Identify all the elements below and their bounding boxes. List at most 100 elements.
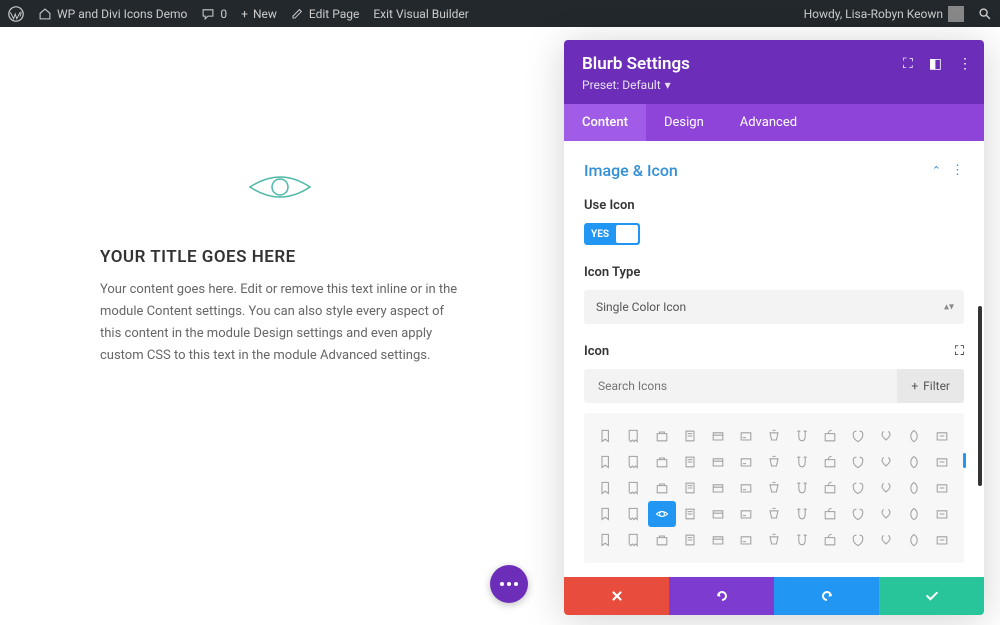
icon-option[interactable] xyxy=(676,449,704,475)
icon-option[interactable] xyxy=(704,449,732,475)
icon-type-value: Single Color Icon xyxy=(596,300,686,314)
icon-option[interactable] xyxy=(872,527,900,553)
icon-option[interactable] xyxy=(816,501,844,527)
icon-option[interactable] xyxy=(872,449,900,475)
icon-option[interactable] xyxy=(732,527,760,553)
tab-content[interactable]: Content xyxy=(564,104,646,141)
expand-icon[interactable]: ⛶ xyxy=(903,56,913,72)
icon-option[interactable] xyxy=(872,501,900,527)
icon-option[interactable] xyxy=(676,527,704,553)
search-input[interactable] xyxy=(584,369,897,403)
icon-option[interactable] xyxy=(732,423,760,449)
icon-option[interactable] xyxy=(788,475,816,501)
icon-option[interactable] xyxy=(788,449,816,475)
new-link[interactable]: + New xyxy=(241,7,277,21)
icon-option[interactable] xyxy=(620,501,648,527)
tab-design[interactable]: Design xyxy=(646,104,722,141)
save-button[interactable] xyxy=(879,577,984,615)
panel-preset[interactable]: Preset: Default ▾ xyxy=(582,78,966,92)
more-icon[interactable]: ⋮ xyxy=(958,56,972,72)
icon-option[interactable] xyxy=(648,501,676,527)
icon-option[interactable] xyxy=(620,527,648,553)
builder-fab[interactable] xyxy=(490,565,528,603)
exit-builder-link[interactable]: Exit Visual Builder xyxy=(373,7,469,21)
icon-option[interactable] xyxy=(928,423,956,449)
icon-option[interactable] xyxy=(676,423,704,449)
icon-option[interactable] xyxy=(620,475,648,501)
section-title[interactable]: Image & Icon xyxy=(584,161,678,180)
redo-button[interactable] xyxy=(774,577,879,615)
undo-button[interactable] xyxy=(669,577,774,615)
icon-option[interactable] xyxy=(872,423,900,449)
icon-option[interactable] xyxy=(732,449,760,475)
edit-label: Edit Page xyxy=(309,7,359,21)
icon-option[interactable] xyxy=(592,501,620,527)
icon-option[interactable] xyxy=(816,423,844,449)
icon-option[interactable] xyxy=(592,527,620,553)
icon-option[interactable] xyxy=(592,423,620,449)
icon-option[interactable] xyxy=(760,501,788,527)
cancel-button[interactable] xyxy=(564,577,669,615)
icon-option[interactable] xyxy=(760,527,788,553)
icon-option[interactable] xyxy=(760,475,788,501)
icon-option[interactable] xyxy=(928,475,956,501)
icon-type-select[interactable]: Single Color Icon xyxy=(584,290,964,324)
icon-option[interactable] xyxy=(592,449,620,475)
icon-option[interactable] xyxy=(620,423,648,449)
use-icon-toggle[interactable]: YES xyxy=(584,223,640,245)
icon-option[interactable] xyxy=(788,423,816,449)
icon-option[interactable] xyxy=(928,449,956,475)
icon-option[interactable] xyxy=(816,475,844,501)
section-more-icon[interactable]: ⋮ xyxy=(951,163,964,178)
scrollbar[interactable] xyxy=(978,306,982,486)
icon-option[interactable] xyxy=(900,527,928,553)
icon-option[interactable] xyxy=(928,527,956,553)
snap-icon[interactable]: ◧ xyxy=(929,56,942,72)
icon-option[interactable] xyxy=(732,475,760,501)
blurb-content[interactable]: Your content goes here. Edit or remove t… xyxy=(100,279,460,367)
icon-option[interactable] xyxy=(592,475,620,501)
icon-option[interactable] xyxy=(704,423,732,449)
icon-option[interactable] xyxy=(844,527,872,553)
icon-option[interactable] xyxy=(844,423,872,449)
icon-option[interactable] xyxy=(844,501,872,527)
icon-option[interactable] xyxy=(648,475,676,501)
icon-expand-icon[interactable]: ⛶ xyxy=(955,344,964,359)
user-greeting[interactable]: Howdy, Lisa-Robyn Keown xyxy=(804,6,964,22)
icon-option[interactable] xyxy=(760,423,788,449)
comments-link[interactable]: 0 xyxy=(201,7,227,21)
icon-option[interactable] xyxy=(620,449,648,475)
icon-option[interactable] xyxy=(676,475,704,501)
collapse-icon[interactable]: ⌃ xyxy=(932,164,941,177)
edit-page-link[interactable]: Edit Page xyxy=(291,7,359,21)
icon-option[interactable] xyxy=(788,501,816,527)
icon-option[interactable] xyxy=(732,501,760,527)
icon-option[interactable] xyxy=(760,449,788,475)
icon-option[interactable] xyxy=(648,449,676,475)
icon-option[interactable] xyxy=(900,475,928,501)
panel-header[interactable]: Blurb Settings Preset: Default ▾ ⛶ ◧ ⋮ xyxy=(564,40,984,104)
icon-option[interactable] xyxy=(648,527,676,553)
icon-option[interactable] xyxy=(788,527,816,553)
site-link[interactable]: WP and Divi Icons Demo xyxy=(38,7,187,21)
filter-button[interactable]: + Filter xyxy=(897,369,964,403)
icon-option[interactable] xyxy=(648,423,676,449)
icon-option[interactable] xyxy=(844,449,872,475)
icon-option[interactable] xyxy=(816,527,844,553)
icon-option[interactable] xyxy=(900,449,928,475)
icon-option[interactable] xyxy=(928,501,956,527)
icon-option[interactable] xyxy=(816,449,844,475)
icon-option[interactable] xyxy=(872,475,900,501)
search-icon[interactable] xyxy=(978,7,992,21)
tab-advanced[interactable]: Advanced xyxy=(722,104,815,141)
wp-logo[interactable] xyxy=(8,6,24,22)
grid-scroll-indicator[interactable] xyxy=(963,453,966,468)
icon-option[interactable] xyxy=(900,501,928,527)
icon-option[interactable] xyxy=(900,423,928,449)
icon-option[interactable] xyxy=(704,501,732,527)
icon-option[interactable] xyxy=(704,527,732,553)
icon-option[interactable] xyxy=(704,475,732,501)
icon-option[interactable] xyxy=(844,475,872,501)
blurb-title[interactable]: YOUR TITLE GOES HERE xyxy=(100,247,460,267)
icon-option[interactable] xyxy=(676,501,704,527)
